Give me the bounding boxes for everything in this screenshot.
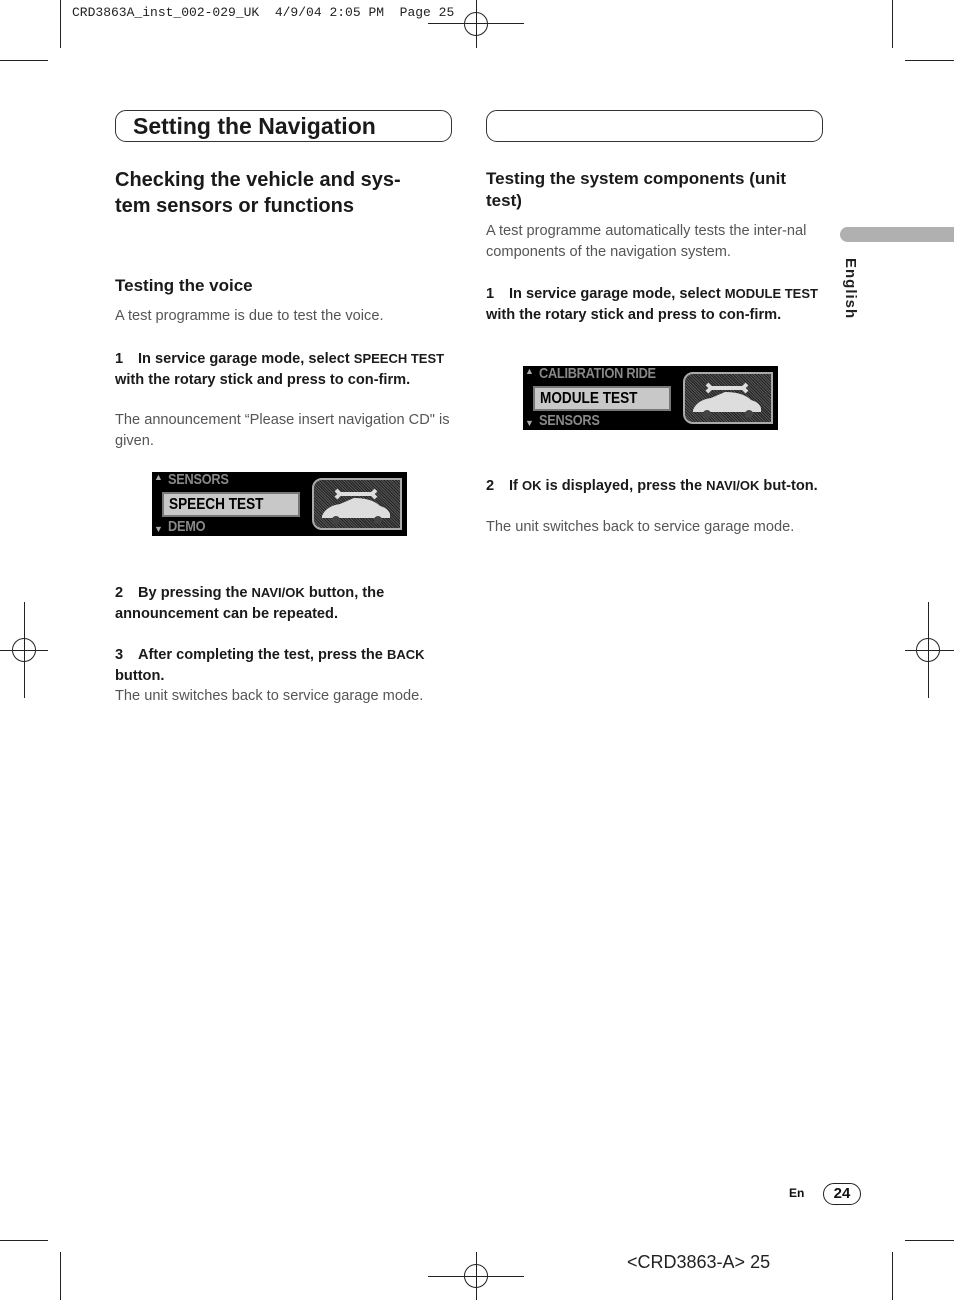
crop-mark xyxy=(905,1240,954,1241)
registration-circle xyxy=(12,638,36,662)
step-text: with the rotary stick and press to con-f… xyxy=(115,372,411,388)
ui-term: NAVI/OK xyxy=(251,585,305,600)
wrench-car-icon xyxy=(312,478,402,530)
print-slug: CRD3863A_inst_002-029_UK 4/9/04 2:05 PM … xyxy=(72,5,455,20)
crop-mark xyxy=(892,1252,893,1300)
step-text: In service garage mode, select xyxy=(138,351,354,367)
ui-term: SPEECH TEST xyxy=(353,351,445,366)
step-text: If xyxy=(509,478,522,494)
ui-term: BACK xyxy=(386,647,425,662)
ui-term: NAVI/OK xyxy=(706,478,760,493)
up-arrow-icon: ▲ xyxy=(525,366,534,376)
voice-step-1: 1 In service garage mode, select SPEECH T… xyxy=(115,348,455,391)
step-number: 1 xyxy=(486,286,495,302)
crop-mark xyxy=(905,60,954,61)
step-text: By pressing the xyxy=(138,585,252,601)
voice-step-3: 3 After completing the test, press the BA… xyxy=(115,644,455,687)
wrench-car-icon xyxy=(683,372,773,424)
down-arrow-icon: ▼ xyxy=(525,418,534,428)
unit-test-step-2-note: The unit switches back to service garage… xyxy=(486,519,795,535)
section-title-voice: Testing the voice xyxy=(115,276,253,295)
page-number: 24 xyxy=(823,1183,861,1205)
voice-step-3-note: The unit switches back to service garage… xyxy=(115,688,424,704)
page-title: Setting the Navigation xyxy=(133,113,376,139)
main-heading: Checking the vehicle and sys- tem sensor… xyxy=(115,169,401,217)
unit-test-intro: A test programme automatically tests the… xyxy=(486,223,807,260)
step-text: After completing the test, press the xyxy=(138,647,387,663)
registration-circle xyxy=(916,638,940,662)
step-number: 3 xyxy=(115,647,124,663)
step-text: is displayed, press the xyxy=(541,478,707,494)
selected-label: MODULE TEST xyxy=(540,390,638,407)
crop-mark xyxy=(0,60,48,61)
section-header-box-empty xyxy=(486,110,823,142)
down-arrow-icon: ▼ xyxy=(154,524,163,534)
section-title-unit-test: Testing the system components (unit test… xyxy=(486,169,787,210)
step-number: 2 xyxy=(486,478,495,494)
step-number: 2 xyxy=(115,585,124,601)
language-tab xyxy=(840,227,954,242)
step-text: but-ton. xyxy=(759,478,818,494)
crop-mark xyxy=(60,1252,61,1300)
crop-mark xyxy=(892,0,893,48)
menu-item-below: SENSORS xyxy=(539,412,600,429)
display-screen-speech-test: ▲ SENSORS SPEECH TEST DEMO ▼ xyxy=(152,471,407,536)
selected-label: SPEECH TEST xyxy=(169,496,264,513)
menu-item-above: SENSORS xyxy=(168,471,229,488)
menu-item-selected: MODULE TEST xyxy=(533,386,671,411)
step-text: with the rotary stick and press to con-f… xyxy=(486,307,782,323)
step-text: In service garage mode, select xyxy=(509,286,725,302)
doc-code: <CRD3863-A> 25 xyxy=(627,1252,771,1272)
up-arrow-icon: ▲ xyxy=(154,472,163,482)
registration-circle xyxy=(464,12,488,36)
voice-step-1-note: The announcement “Please insert navigati… xyxy=(115,412,450,449)
unit-test-step-1: 1 In service garage mode, select MODULE T… xyxy=(486,283,822,326)
step-number: 1 xyxy=(115,351,124,367)
ui-term: MODULE TEST xyxy=(724,286,818,301)
crop-mark xyxy=(0,1240,48,1241)
step-text: button. xyxy=(115,668,165,684)
crop-mark xyxy=(60,0,61,48)
voice-step-2: 2 By pressing the NAVI/OK button, the ann… xyxy=(115,582,455,625)
menu-item-selected: SPEECH TEST xyxy=(162,492,300,517)
display-screen-module-test: ▲ CALIBRATION RIDE MODULE TEST SENSORS ▼ xyxy=(523,365,778,430)
menu-item-below: DEMO xyxy=(168,518,206,535)
registration-circle xyxy=(464,1264,488,1288)
language-label: English xyxy=(842,258,859,320)
voice-intro: A test programme is due to test the voic… xyxy=(115,308,384,324)
ui-term: OK xyxy=(521,478,542,493)
menu-item-above: CALIBRATION RIDE xyxy=(539,365,656,382)
section-header-box: Setting the Navigation xyxy=(115,110,452,142)
unit-test-step-2: 2 If OK is displayed, press the NAVI/OK b… xyxy=(486,475,822,497)
footer-lang: En xyxy=(789,1186,805,1200)
